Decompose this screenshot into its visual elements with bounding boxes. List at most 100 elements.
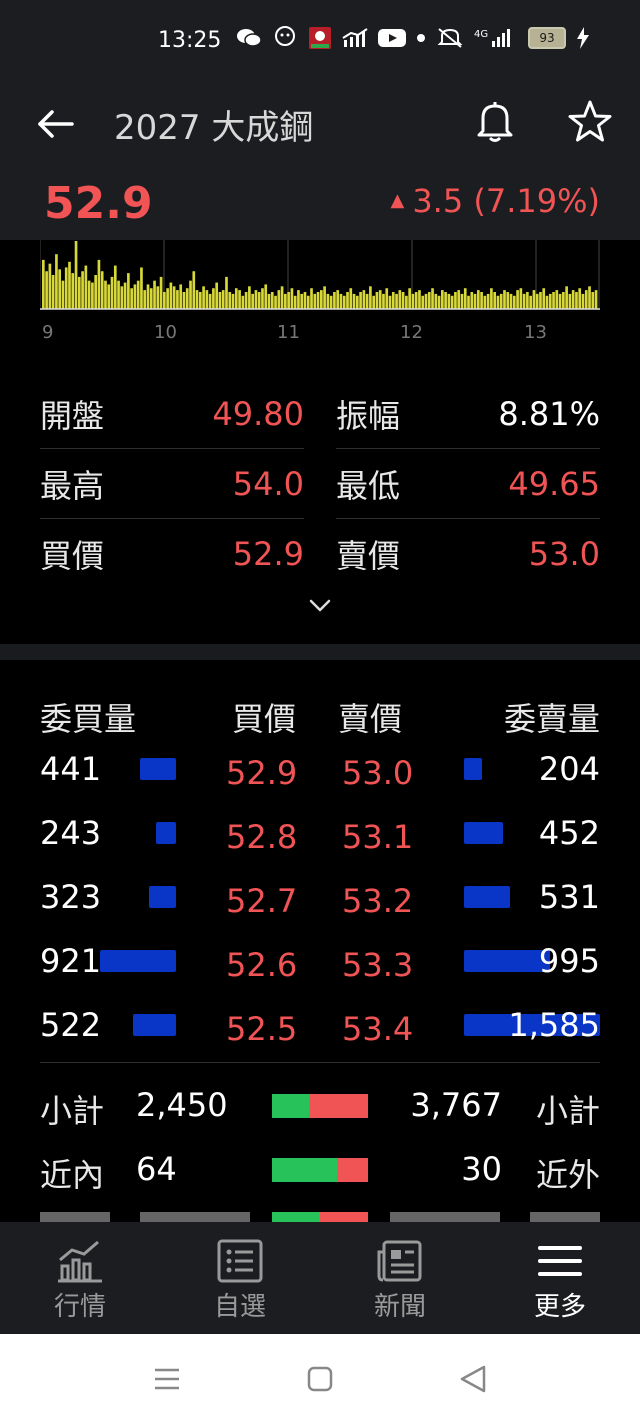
summary-total-cutoff bbox=[0, 1210, 640, 1222]
volume-bar bbox=[287, 292, 290, 309]
cut-text bbox=[390, 1212, 500, 1222]
volume-bar bbox=[310, 288, 313, 309]
stat-label: 最低 bbox=[336, 467, 401, 505]
volume-bar bbox=[110, 276, 114, 309]
x-tick-label: 9 bbox=[42, 322, 54, 343]
volume-bar bbox=[300, 293, 304, 309]
volume-bar bbox=[496, 295, 500, 309]
volume-bar bbox=[104, 280, 107, 309]
volume-bar bbox=[185, 288, 189, 309]
bid-qty: 522 bbox=[40, 1006, 102, 1044]
volume-bar bbox=[143, 290, 147, 309]
volume-bar bbox=[244, 292, 248, 309]
youtube-icon bbox=[378, 28, 406, 48]
volume-bar bbox=[516, 290, 519, 309]
volume-bar bbox=[277, 290, 281, 309]
stat-low: 最低 49.65 bbox=[336, 450, 600, 519]
summary-label: 近內 bbox=[40, 1156, 105, 1194]
ratio-bar bbox=[272, 1158, 368, 1182]
volume-bar bbox=[156, 286, 160, 309]
mute-icon bbox=[436, 27, 464, 49]
tab-news[interactable]: 新聞 bbox=[340, 1222, 460, 1334]
volume-bar bbox=[94, 275, 97, 309]
volume-bar bbox=[81, 271, 84, 309]
volume-bar bbox=[306, 295, 310, 309]
volume-bar bbox=[153, 280, 156, 309]
volume-bar bbox=[509, 293, 513, 309]
volume-bar bbox=[169, 282, 173, 309]
chart-x-axis: 9 10 11 12 13 bbox=[0, 322, 640, 346]
volume-bar bbox=[48, 263, 52, 309]
back-arrow-icon[interactable] bbox=[36, 104, 76, 144]
home-icon[interactable] bbox=[305, 1364, 335, 1394]
volume-bar bbox=[336, 290, 340, 309]
volume-bar bbox=[365, 293, 369, 309]
bid-volume-bar bbox=[140, 758, 176, 780]
bid-price: 52.9 bbox=[226, 754, 298, 792]
volume-bar bbox=[594, 290, 598, 309]
volume-bar bbox=[591, 292, 595, 309]
order-book-row: 243 52.8 53.1 452 bbox=[0, 814, 640, 874]
stat-open: 開盤 49.80 bbox=[40, 380, 304, 449]
order-book-row: 441 52.9 53.0 204 bbox=[0, 750, 640, 810]
back-nav-icon[interactable] bbox=[458, 1364, 488, 1394]
volume-bar bbox=[499, 293, 503, 309]
volume-bar bbox=[460, 293, 464, 309]
volume-bar bbox=[74, 241, 78, 309]
ask-price: 53.3 bbox=[342, 946, 414, 984]
recents-icon[interactable] bbox=[152, 1364, 182, 1394]
news-icon bbox=[377, 1240, 422, 1282]
cut-text bbox=[40, 1212, 110, 1222]
summary-label: 近外 bbox=[535, 1156, 600, 1194]
star-icon[interactable] bbox=[566, 98, 614, 146]
volume-bar bbox=[97, 259, 101, 309]
bell-icon[interactable] bbox=[472, 98, 518, 144]
volume-bar bbox=[254, 290, 258, 309]
system-nav-bar bbox=[0, 1334, 640, 1422]
status-icons: 4G 93 bbox=[236, 26, 590, 50]
volume-bar bbox=[470, 292, 474, 309]
summary-subtotal: 小計 2,450 3,767 小計 bbox=[0, 1086, 640, 1142]
cut-bar bbox=[272, 1212, 320, 1222]
volume-bar bbox=[205, 290, 209, 309]
list-icon bbox=[217, 1239, 263, 1283]
stat-label: 開盤 bbox=[40, 397, 105, 435]
volume-bar bbox=[346, 292, 349, 309]
x-tick-label: 13 bbox=[524, 322, 547, 343]
ratio-bar-bid bbox=[272, 1158, 338, 1182]
volume-bar bbox=[212, 288, 215, 309]
tab-watchlist[interactable]: 自選 bbox=[180, 1222, 300, 1334]
stat-label: 賣價 bbox=[336, 537, 401, 575]
bid-qty: 921 bbox=[40, 942, 102, 980]
tab-more[interactable]: 更多 bbox=[500, 1222, 620, 1334]
volume-bar bbox=[447, 293, 451, 309]
volume-bar bbox=[568, 293, 572, 309]
section-separator bbox=[0, 644, 640, 660]
summary-label: 小計 bbox=[535, 1092, 600, 1130]
tab-quotes[interactable]: 行情 bbox=[20, 1222, 140, 1334]
volume-bar bbox=[542, 288, 546, 309]
volume-bar bbox=[411, 293, 415, 309]
volume-bar bbox=[539, 292, 542, 309]
volume-bar bbox=[431, 288, 434, 309]
volume-bar bbox=[179, 284, 183, 309]
ask-price: 53.4 bbox=[342, 1010, 414, 1048]
volume-bar bbox=[490, 288, 493, 309]
x-tick-label: 11 bbox=[277, 322, 300, 343]
expand-chevron-icon[interactable] bbox=[308, 596, 332, 616]
status-time: 13:25 bbox=[158, 28, 222, 53]
volume-bar bbox=[221, 290, 225, 309]
volume-bar bbox=[228, 292, 232, 309]
tab-label: 行情 bbox=[53, 1292, 106, 1322]
volume-bar bbox=[352, 293, 356, 309]
stat-bid: 買價 52.9 bbox=[40, 520, 304, 588]
volume-bar bbox=[408, 288, 411, 309]
ask-qty: 995 bbox=[538, 942, 600, 980]
volume-bar bbox=[378, 290, 382, 309]
volume-bar bbox=[297, 290, 300, 309]
stat-label: 最高 bbox=[40, 467, 105, 505]
ask-price: 53.1 bbox=[342, 818, 414, 856]
stat-ask: 賣價 53.0 bbox=[336, 520, 600, 588]
volume-bar bbox=[369, 286, 372, 309]
volume-bar bbox=[362, 290, 366, 309]
